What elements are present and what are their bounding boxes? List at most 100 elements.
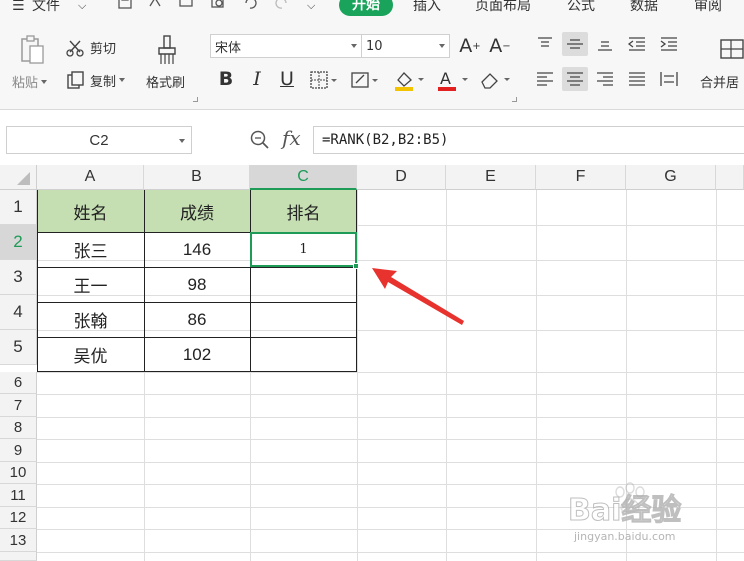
merge-cells-icon[interactable]	[718, 36, 744, 62]
save-icon[interactable]	[116, 0, 134, 12]
col-header-e[interactable]: E	[446, 165, 536, 190]
export-icon[interactable]	[146, 0, 164, 12]
row-header-10[interactable]: 10	[0, 462, 37, 484]
bold-button[interactable]: B	[216, 68, 236, 90]
gridline	[716, 190, 717, 561]
row-header-12[interactable]: 12	[0, 507, 37, 529]
increase-font-icon[interactable]: A +	[459, 35, 481, 57]
row-header-1[interactable]: 1	[0, 190, 37, 225]
print-preview-icon[interactable]	[209, 0, 227, 12]
row-header-6[interactable]: 6	[0, 372, 37, 394]
tab-insert[interactable]: 插入	[413, 0, 441, 16]
row-header-11[interactable]: 11	[0, 484, 37, 507]
tab-review[interactable]: 审阅	[694, 0, 722, 16]
print-icon[interactable]	[177, 0, 195, 12]
cell-a3[interactable]: 王一	[37, 267, 144, 302]
row-header-7[interactable]: 7	[0, 394, 37, 417]
cell-c5[interactable]	[250, 337, 357, 372]
distributed-align-icon[interactable]	[656, 67, 682, 91]
underline-button[interactable]: U	[277, 68, 297, 90]
col-header-d[interactable]: D	[357, 165, 446, 190]
copy-button[interactable]: 复制	[66, 70, 126, 90]
chevron-down-icon[interactable]: ⌵	[78, 0, 86, 16]
merge-center-button[interactable]: 合并居	[700, 72, 739, 91]
cell-a4[interactable]: 张翰	[37, 302, 144, 337]
format-painter-icon[interactable]	[156, 34, 178, 66]
format-painter-label[interactable]: 格式刷	[146, 72, 185, 91]
gridline	[626, 190, 627, 561]
fill-color-icon[interactable]	[392, 68, 426, 92]
cell-b2[interactable]: 146	[144, 232, 250, 267]
insert-function-button[interactable]: fx	[282, 126, 301, 150]
table-border	[37, 337, 357, 338]
row-header-14[interactable]	[0, 552, 37, 561]
table-border	[356, 190, 357, 372]
gridline	[536, 190, 537, 561]
row-header-2[interactable]: 2	[0, 225, 37, 260]
menu-hamburger-icon[interactable]: ☰	[12, 0, 25, 16]
align-right-icon[interactable]	[592, 67, 618, 91]
col-header-c[interactable]: C	[250, 165, 357, 190]
redo-icon[interactable]	[273, 0, 291, 12]
font-size-select[interactable]: 10	[362, 34, 450, 58]
align-center-button[interactable]	[562, 67, 588, 91]
col-header-b[interactable]: B	[144, 165, 250, 190]
row-header-5[interactable]: 5	[0, 330, 37, 365]
col-header-h[interactable]	[716, 165, 744, 190]
formula-input[interactable]: =RANK(B2,B2:B5)	[313, 126, 744, 154]
decrease-indent-icon[interactable]	[624, 32, 650, 56]
borders-icon[interactable]	[309, 70, 339, 90]
tab-page-layout[interactable]: 页面布局	[475, 0, 531, 16]
cell-a1[interactable]: 姓名	[37, 190, 144, 232]
paste-button[interactable]: 粘贴	[12, 72, 48, 91]
name-box[interactable]: C2	[6, 126, 192, 154]
cell-b4[interactable]: 86	[144, 302, 250, 337]
row-header-8[interactable]: 8	[0, 417, 37, 439]
table-border	[37, 371, 357, 372]
select-all-corner[interactable]	[0, 165, 37, 190]
fill-handle[interactable]	[353, 263, 359, 269]
row-header-4[interactable]: 4	[0, 295, 37, 330]
cell-b3[interactable]: 98	[144, 267, 250, 302]
italic-button[interactable]: I	[247, 68, 267, 90]
more-icon[interactable]: ⌵	[307, 0, 315, 16]
row-header-3[interactable]: 3	[0, 260, 37, 295]
align-center-icon	[567, 72, 583, 86]
cell-b1[interactable]: 成绩	[144, 190, 250, 232]
font-name-select[interactable]: 宋体	[210, 34, 362, 58]
cell-c4[interactable]	[250, 302, 357, 337]
cell-c3[interactable]	[250, 267, 357, 302]
eraser-icon[interactable]	[478, 68, 512, 92]
undo-icon[interactable]	[241, 0, 259, 12]
tab-formulas[interactable]: 公式	[567, 0, 595, 16]
table-border	[37, 190, 38, 372]
cell-b5[interactable]: 102	[144, 337, 250, 372]
cell-style-icon[interactable]	[350, 70, 380, 90]
align-bottom-icon[interactable]	[592, 32, 618, 56]
align-middle-button[interactable]	[562, 32, 588, 56]
tab-home[interactable]: 开始	[339, 0, 393, 16]
justify-icon[interactable]	[624, 67, 650, 91]
cell-a5[interactable]: 吴优	[37, 337, 144, 372]
clipboard-dialog-launcher-icon[interactable]	[193, 97, 198, 102]
tab-data[interactable]: 数据	[630, 0, 658, 16]
cell-c1[interactable]: 排名	[250, 190, 357, 232]
decrease-font-icon[interactable]: A −	[489, 35, 511, 57]
row-header-13[interactable]: 13	[0, 529, 37, 552]
formula-text: =RANK(B2,B2:B5)	[322, 132, 449, 148]
align-left-icon[interactable]	[532, 67, 558, 91]
scissors-icon	[66, 40, 84, 57]
row-header-9[interactable]: 9	[0, 439, 37, 462]
align-top-icon[interactable]	[532, 32, 558, 56]
col-header-a[interactable]: A	[37, 165, 144, 190]
menu-file[interactable]: 文件	[32, 0, 60, 16]
font-dialog-launcher-icon[interactable]	[512, 97, 517, 102]
font-color-icon[interactable]: A	[436, 68, 470, 92]
cut-button[interactable]: 剪切	[66, 38, 116, 57]
paste-icon[interactable]	[18, 34, 46, 66]
cell-a2[interactable]: 张三	[37, 232, 144, 267]
col-header-f[interactable]: F	[536, 165, 626, 190]
zoom-formula-icon[interactable]	[249, 129, 271, 151]
increase-indent-icon[interactable]	[656, 32, 682, 56]
col-header-g[interactable]: G	[626, 165, 716, 190]
